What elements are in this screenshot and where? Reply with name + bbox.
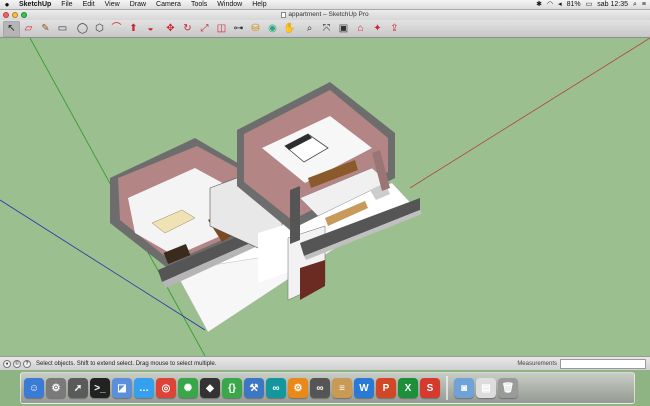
paint-bucket-icon[interactable]: ⛁ [247, 21, 264, 37]
dock-documents-icon[interactable]: ▤ [476, 378, 496, 398]
push-pull-icon[interactable]: ⬆ [125, 21, 142, 37]
status-hint: Select objects. Shift to extend select. … [36, 360, 217, 367]
battery-icon[interactable]: ▭ [586, 0, 593, 10]
dock-separator [446, 376, 448, 400]
dock-chrome-icon[interactable]: ◎ [156, 378, 176, 398]
dock-glasses-icon[interactable]: ∞ [310, 378, 330, 398]
window-titlebar: appartment – SketchUp Pro [0, 10, 650, 20]
dock-word-icon[interactable]: W [354, 378, 374, 398]
tape-measure-icon[interactable]: ⊶ [230, 21, 247, 37]
menu-window[interactable]: Window [212, 0, 247, 10]
menu-tools[interactable]: Tools [186, 0, 212, 10]
extension-icon[interactable]: ✦ [369, 21, 386, 37]
dock-unity-icon[interactable]: ◆ [200, 378, 220, 398]
arc-icon[interactable]: ⌒ [108, 21, 125, 37]
pan-icon[interactable]: ✋ [281, 21, 298, 37]
dock-settings-gear-icon[interactable]: ⚙ [288, 378, 308, 398]
eraser-icon[interactable]: ▱ [20, 21, 37, 37]
window-title: appartment – SketchUp Pro [288, 11, 369, 18]
warehouse-icon[interactable]: ⌂ [352, 21, 369, 37]
follow-me-icon[interactable]: ◒ [142, 21, 159, 37]
rectangle-icon[interactable]: ▭ [54, 21, 71, 37]
dock-system-preferences-icon[interactable]: ⚙ [46, 378, 66, 398]
macos-dock: ☺ ⚙ ➚ >_ ◪… ◎ ✺ ◆{} ⚒ ∞ ⚙ ∞ ≡ W P X S ◙ ▤ 🗑 [20, 372, 635, 404]
dock-rocket-launchpad-icon[interactable]: ➚ [68, 378, 88, 398]
menubar-status-area: ✱ ◠ ◂ 81% ▭ sab 12:35 ⌕ ≡ [536, 0, 650, 10]
zoom-icon[interactable]: ⌕ [301, 21, 318, 37]
window-controls [3, 12, 27, 18]
clock[interactable]: sab 12:35 [597, 0, 628, 10]
apartment-model-scene[interactable] [0, 38, 650, 356]
measurements-input[interactable] [560, 358, 646, 369]
orbit-icon[interactable]: ◉ [264, 21, 281, 37]
dock-terminal-icon[interactable]: >_ [90, 378, 110, 398]
dock-sketchup-icon[interactable]: S [420, 378, 440, 398]
partition-wall-1 [290, 186, 300, 244]
battery-percent[interactable]: 81% [567, 0, 581, 10]
dock-trash-icon[interactable]: 🗑 [498, 378, 518, 398]
dock-arduino-icon[interactable]: ∞ [266, 378, 286, 398]
measurements-label: Measurements [517, 360, 557, 367]
dock-xcode-icon[interactable]: ⚒ [244, 378, 264, 398]
dock-excel-icon[interactable]: X [398, 378, 418, 398]
dock-notes-book-icon[interactable]: ≡ [332, 378, 352, 398]
volume-icon[interactable]: ◂ [558, 0, 562, 10]
share-model-icon[interactable]: ⇪ [386, 21, 403, 37]
spotlight-icon[interactable]: ⌕ [633, 0, 637, 10]
dock-finder-icon[interactable]: ☺ [24, 378, 44, 398]
apple-menu-icon[interactable]: ● [0, 0, 14, 10]
menu-view[interactable]: View [100, 0, 125, 10]
dock-brackets-icon[interactable]: {} [222, 378, 242, 398]
rotate-icon[interactable]: ↻ [179, 21, 196, 37]
minimize-window-button[interactable] [12, 12, 18, 18]
polygon-icon[interactable]: ⬡ [91, 21, 108, 37]
modeling-viewport[interactable] [0, 38, 650, 356]
close-window-button[interactable] [3, 12, 9, 18]
zoom-window-button[interactable] [21, 12, 27, 18]
status-bar: ● © ? Select objects. Shift to extend se… [0, 356, 650, 370]
menu-edit[interactable]: Edit [78, 0, 100, 10]
scale-icon[interactable]: ⤢ [196, 21, 213, 37]
dock-preview-icon[interactable]: ◪ [112, 378, 132, 398]
dock-network-radar-icon[interactable]: ✺ [178, 378, 198, 398]
sketchup-toolbar: ↖ ▱ ✎ ▭ ◯ ⬡ ⌒ ⬆ ◒ ✥ ↻ ⤢ ◫ ⊶ ⛁ ◉ ✋ ⌕ ⤧ ▣ ⌂ ✦ ⇪ [0, 20, 650, 38]
red-axis-line [409, 38, 650, 189]
zoom-extents-icon[interactable]: ⤧ [318, 21, 335, 37]
dock-photo-browser-icon[interactable]: ◙ [454, 378, 474, 398]
instructor-icon[interactable]: ? [23, 359, 31, 368]
menu-draw[interactable]: Draw [125, 0, 151, 10]
geo-location-icon[interactable]: ● [3, 359, 11, 368]
macos-menubar: ● SketchUp File Edit View Draw Camera To… [0, 0, 650, 10]
bluetooth-icon[interactable]: ✱ [536, 0, 542, 10]
notification-center-icon[interactable]: ≡ [642, 0, 646, 10]
menu-camera[interactable]: Camera [151, 0, 186, 10]
dock-powerpoint-icon[interactable]: P [376, 378, 396, 398]
move-icon[interactable]: ✥ [162, 21, 179, 37]
pencil-icon[interactable]: ✎ [37, 21, 54, 37]
menu-file[interactable]: File [56, 0, 77, 10]
select-arrow-icon[interactable]: ↖ [3, 20, 20, 37]
wifi-icon[interactable]: ◠ [547, 0, 553, 10]
document-icon [281, 12, 287, 18]
components-icon[interactable]: ▣ [335, 21, 352, 37]
circle-icon[interactable]: ◯ [74, 21, 91, 37]
dock-messages-icon[interactable]: … [134, 378, 154, 398]
menu-help[interactable]: Help [247, 0, 271, 10]
credits-icon[interactable]: © [13, 359, 21, 368]
offset-icon[interactable]: ◫ [213, 21, 230, 37]
app-menu[interactable]: SketchUp [14, 0, 56, 10]
